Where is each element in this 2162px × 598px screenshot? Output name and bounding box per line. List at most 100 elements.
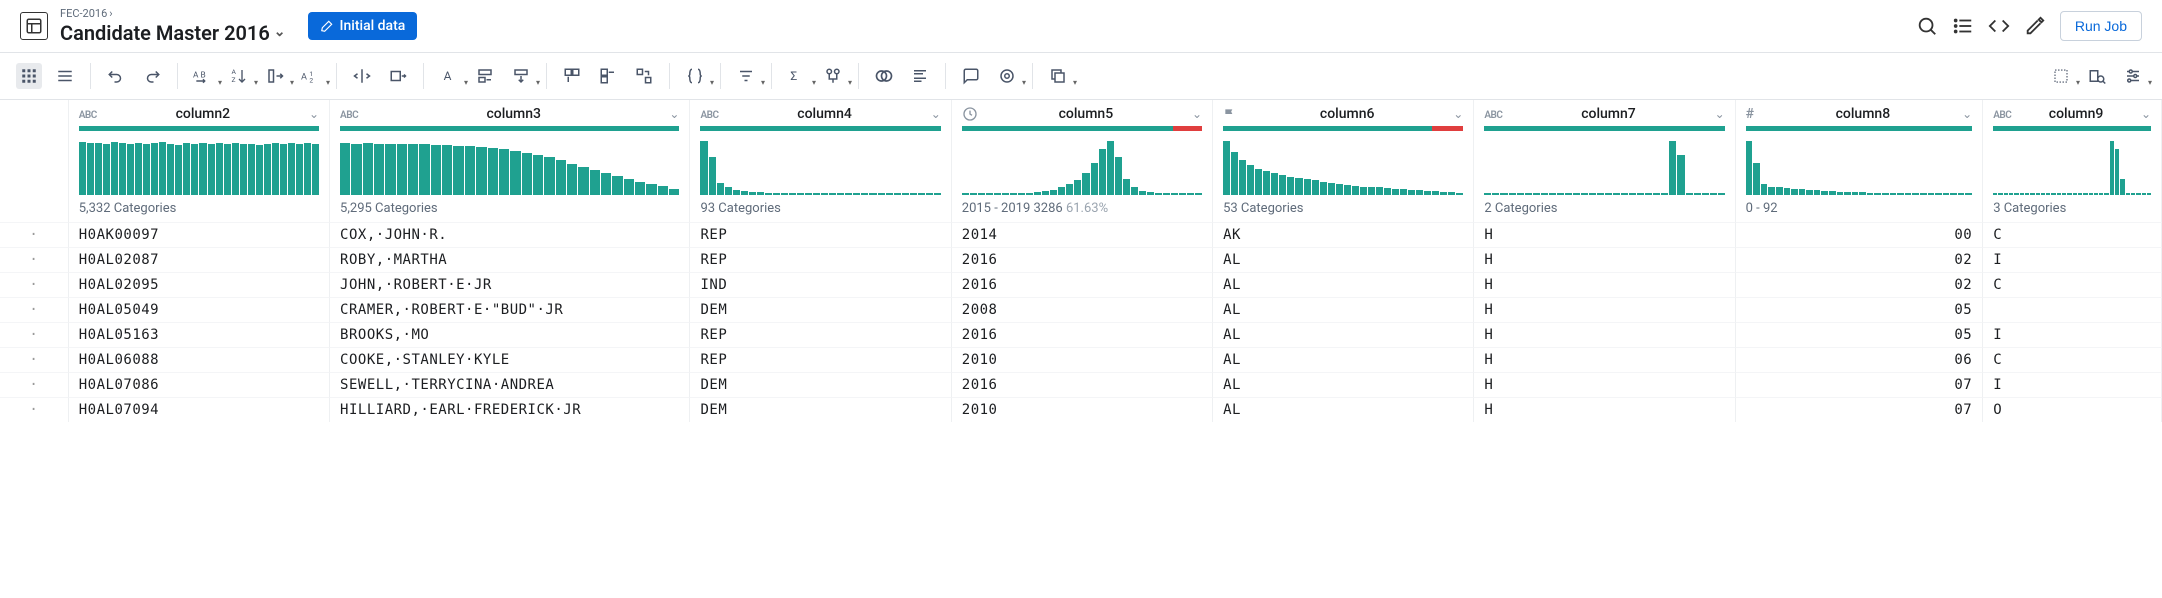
table-row[interactable]: ·H0AL07086SEWELL,·TERRYCINA·ANDREADEM201… xyxy=(0,372,2162,397)
filter-button[interactable]: ▾ xyxy=(733,63,759,89)
rename-button[interactable]: AB▾ xyxy=(190,63,216,89)
cell-column8[interactable]: 06 xyxy=(1736,347,1984,372)
cell-column8[interactable]: 02 xyxy=(1736,272,1984,297)
cell-column3[interactable]: SEWELL,·TERRYCINA·ANDREA xyxy=(330,372,690,397)
cell-column8[interactable]: 07 xyxy=(1736,372,1984,397)
target-button[interactable]: ▾ xyxy=(994,63,1020,89)
cell-column2[interactable]: H0AL06088 xyxy=(69,347,330,372)
cell-column6[interactable]: AL xyxy=(1213,397,1474,422)
column-header-column9[interactable]: ABC column9 ⌄ xyxy=(1983,100,2162,137)
cell-column3[interactable]: BROOKS,·MO xyxy=(330,322,690,347)
histogram-column9[interactable] xyxy=(1983,137,2162,197)
cell-column2[interactable]: H0AL07086 xyxy=(69,372,330,397)
comment-button[interactable] xyxy=(958,63,984,89)
row-handle[interactable]: · xyxy=(0,372,69,397)
column-header-column7[interactable]: ABC column7 ⌄ xyxy=(1474,100,1735,137)
sort-button[interactable]: AZ▾ xyxy=(226,63,252,89)
initial-data-badge[interactable]: Initial data xyxy=(308,12,418,40)
union-button[interactable] xyxy=(907,63,933,89)
column-header-column5[interactable]: column5 ⌄ xyxy=(952,100,1213,137)
cell-column9[interactable]: O xyxy=(1983,397,2162,422)
chevron-down-icon[interactable]: ⌄ xyxy=(309,107,319,121)
table-row[interactable]: ·H0AL02087ROBY,·MARTHAREP2016ALH02I xyxy=(0,247,2162,272)
cell-column7[interactable]: H xyxy=(1474,272,1735,297)
column-header-column3[interactable]: ABC column3 ⌄ xyxy=(330,100,690,137)
cell-column5[interactable]: 2016 xyxy=(952,322,1213,347)
cell-column8[interactable]: 07 xyxy=(1736,397,1984,422)
chevron-down-icon[interactable]: ⌄ xyxy=(931,107,941,121)
cell-column3[interactable]: HILLIARD,·EARL·FREDERICK·JR xyxy=(330,397,690,422)
cell-column8[interactable]: 05 xyxy=(1736,322,1984,347)
cell-column7[interactable]: H xyxy=(1474,397,1735,422)
cell-column7[interactable]: H xyxy=(1474,222,1735,247)
row-handle[interactable]: · xyxy=(0,347,69,372)
cell-column4[interactable]: DEM xyxy=(690,397,951,422)
column-header-column6[interactable]: column6 ⌄ xyxy=(1213,100,1474,137)
cell-column4[interactable]: REP xyxy=(690,322,951,347)
cell-column8[interactable]: 02 xyxy=(1736,247,1984,272)
cell-column6[interactable]: AK xyxy=(1213,222,1474,247)
join-button[interactable] xyxy=(871,63,897,89)
cell-column4[interactable]: REP xyxy=(690,222,951,247)
table-row[interactable]: ·H0AK00097COX,·JOHN·R.REP2014AKH00C xyxy=(0,222,2162,247)
cell-column3[interactable]: ROBY,·MARTHA xyxy=(330,247,690,272)
table-row[interactable]: ·H0AL02095JOHN,·ROBERT·E·JRIND2016ALH02C xyxy=(0,272,2162,297)
cell-column2[interactable]: H0AK00097 xyxy=(69,222,330,247)
column-header-column8[interactable]: # column8 ⌄ xyxy=(1736,100,1984,137)
chevron-down-icon[interactable]: ⌄ xyxy=(1192,107,1202,121)
row-handle[interactable]: · xyxy=(0,297,69,322)
cell-column8[interactable]: 00 xyxy=(1736,222,1984,247)
cell-column7[interactable]: H xyxy=(1474,347,1735,372)
cell-column2[interactable]: H0AL05049 xyxy=(69,297,330,322)
cell-column2[interactable]: H0AL02095 xyxy=(69,272,330,297)
redo-button[interactable] xyxy=(139,63,165,89)
cell-column6[interactable]: AL xyxy=(1213,322,1474,347)
cell-column7[interactable]: H xyxy=(1474,322,1735,347)
cell-column6[interactable]: AL xyxy=(1213,347,1474,372)
cell-column7[interactable]: H xyxy=(1474,372,1735,397)
chevron-down-icon[interactable]: ⌄ xyxy=(2141,107,2151,121)
histogram-column3[interactable] xyxy=(330,137,690,197)
cell-column9[interactable]: C xyxy=(1983,222,2162,247)
chevron-down-icon[interactable]: ⌄ xyxy=(669,107,679,121)
cell-column4[interactable]: DEM xyxy=(690,372,951,397)
histogram-column5[interactable] xyxy=(952,137,1213,197)
cell-column6[interactable]: AL xyxy=(1213,297,1474,322)
row-handle[interactable]: · xyxy=(0,222,69,247)
column-header-column2[interactable]: ABC column2 ⌄ xyxy=(69,100,330,137)
cell-column6[interactable]: AL xyxy=(1213,272,1474,297)
breadcrumb-parent[interactable]: FEC-2016› xyxy=(60,7,286,20)
list-icon[interactable] xyxy=(1952,15,1974,37)
row-handle[interactable]: · xyxy=(0,272,69,297)
chevron-down-icon[interactable]: ⌄ xyxy=(1715,107,1725,121)
grid-view-button[interactable] xyxy=(16,63,42,89)
find-button[interactable] xyxy=(2084,63,2110,89)
extract-button[interactable] xyxy=(385,63,411,89)
cell-column2[interactable]: H0AL07094 xyxy=(69,397,330,422)
list-view-button[interactable] xyxy=(52,63,78,89)
cell-column4[interactable]: DEM xyxy=(690,297,951,322)
cell-column3[interactable]: CRAMER,·ROBERT·E·"BUD"·JR xyxy=(330,297,690,322)
cell-column8[interactable]: 05 xyxy=(1736,297,1984,322)
page-title[interactable]: Candidate Master 2016⌄ xyxy=(60,21,286,45)
chevron-down-icon[interactable]: ⌄ xyxy=(1453,107,1463,121)
cell-column4[interactable]: REP xyxy=(690,347,951,372)
undo-button[interactable] xyxy=(103,63,129,89)
aggregate-button[interactable]: Σ▾ xyxy=(784,63,810,89)
cell-column9[interactable] xyxy=(1983,297,2162,322)
copy-button[interactable]: ▾ xyxy=(1045,63,1071,89)
eyedropper-icon[interactable] xyxy=(2024,15,2046,37)
table-row[interactable]: ·H0AL06088COOKE,·STANLEY·KYLEREP2010ALH0… xyxy=(0,347,2162,372)
cell-column3[interactable]: JOHN,·ROBERT·E·JR xyxy=(330,272,690,297)
code-icon[interactable] xyxy=(1988,15,2010,37)
table-row[interactable]: ·H0AL07094HILLIARD,·EARL·FREDERICK·JRDEM… xyxy=(0,397,2162,422)
cell-column5[interactable]: 2016 xyxy=(952,247,1213,272)
histogram-column4[interactable] xyxy=(690,137,951,197)
row-handle[interactable]: · xyxy=(0,322,69,347)
cell-column2[interactable]: H0AL02087 xyxy=(69,247,330,272)
table-row[interactable]: ·H0AL05163BROOKS,·MOREP2016ALH05I xyxy=(0,322,2162,347)
cell-column5[interactable]: 2010 xyxy=(952,397,1213,422)
move-column-button[interactable]: ▾ xyxy=(262,63,288,89)
histogram-column7[interactable] xyxy=(1474,137,1735,197)
group-button[interactable]: ▾ xyxy=(820,63,846,89)
